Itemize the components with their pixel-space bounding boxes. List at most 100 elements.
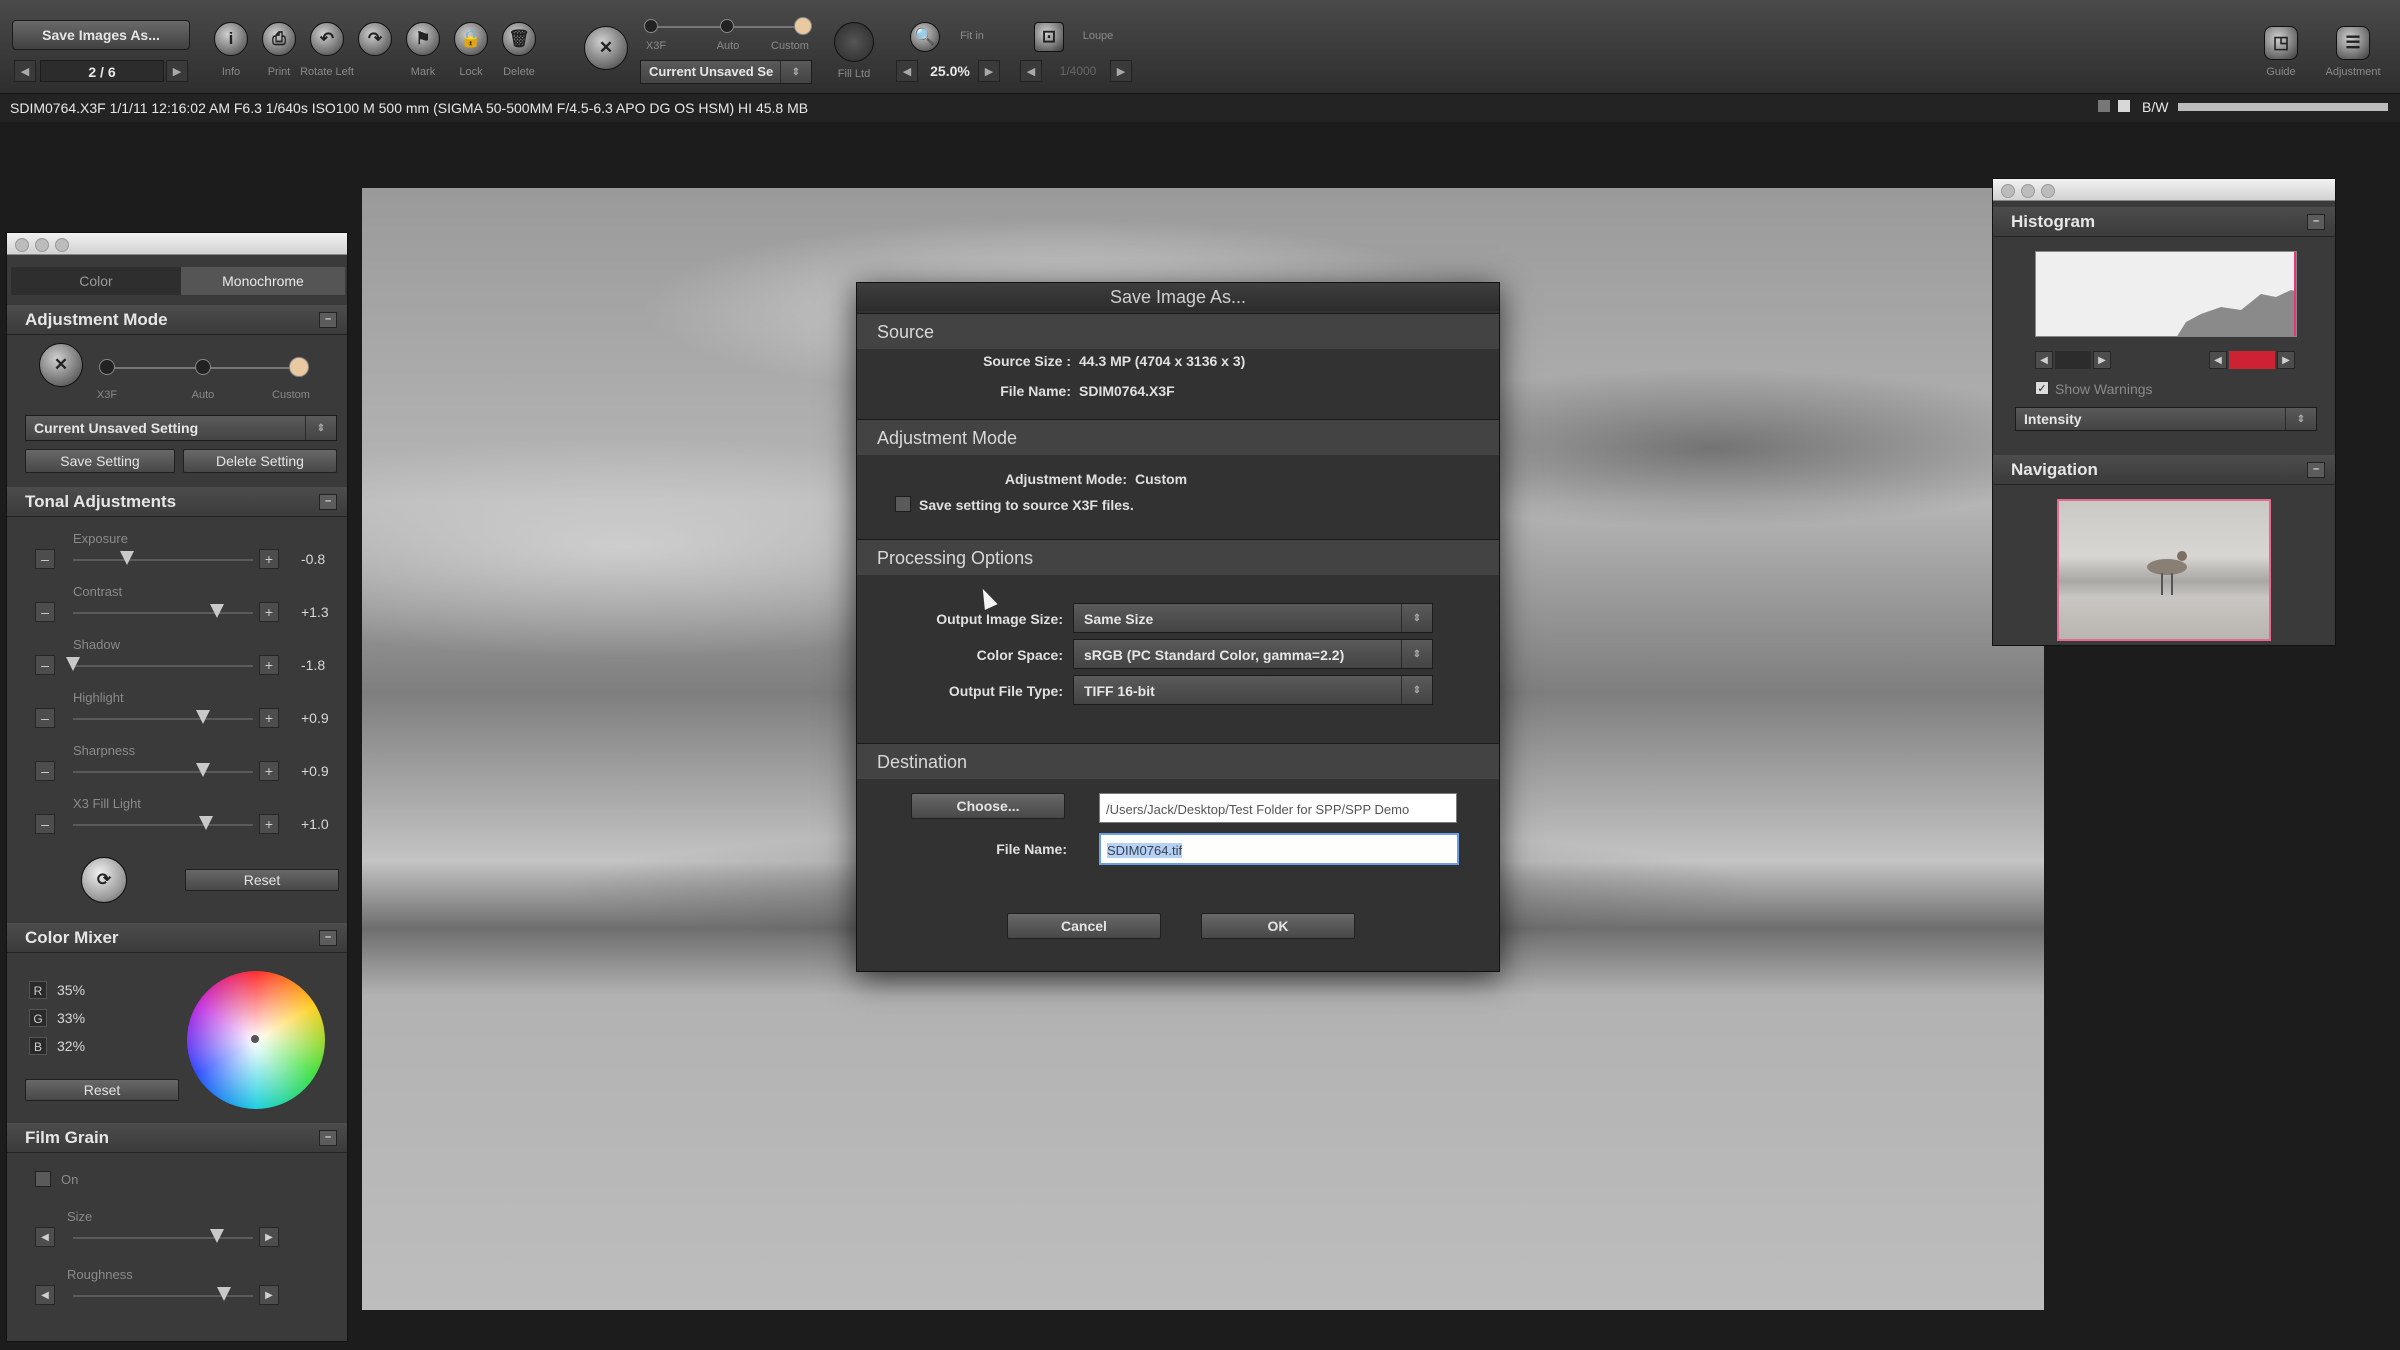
grain-slider-thumb[interactable] [217, 1287, 232, 1301]
grain-slider-track[interactable] [73, 1237, 253, 1239]
increase-button[interactable]: + [259, 655, 279, 675]
color-mixer-reset-button[interactable]: Reset [25, 1079, 179, 1101]
guide-icon[interactable]: ◳ [2264, 26, 2298, 60]
tonal-slider-track[interactable] [73, 824, 253, 826]
histogram-header[interactable]: Histogram – [1993, 207, 2335, 237]
close-icon[interactable] [15, 238, 29, 252]
rotate-left-icon[interactable]: ↶ [310, 22, 344, 56]
mode-dot-custom[interactable] [289, 357, 309, 377]
increase-button[interactable]: + [259, 814, 279, 834]
tonal-slider-thumb[interactable] [199, 816, 214, 830]
mode-dot-custom[interactable] [794, 17, 812, 35]
destination-filename-field[interactable]: SDIM0764.tif [1099, 833, 1459, 865]
color-mixer-header[interactable]: Color Mixer – [7, 923, 347, 953]
destination-path-field[interactable]: /Users/Jack/Desktop/Test Folder for SPP/… [1099, 793, 1457, 823]
histogram-white-prev[interactable]: ◀ [2209, 351, 2227, 369]
decrease-button[interactable]: – [35, 549, 55, 569]
tonal-slider-track[interactable] [73, 718, 253, 720]
lock-icon[interactable]: 🔒 [454, 22, 488, 56]
histogram-channel-select[interactable]: Intensity ⇕ [2015, 407, 2317, 431]
output-image-size-select[interactable]: Same Size ⇕ [1073, 603, 1433, 633]
color-wheel-pointer[interactable] [251, 1035, 259, 1043]
histogram-white-value[interactable] [2229, 351, 2275, 369]
tonal-slider-thumb[interactable] [66, 657, 80, 671]
color-mode-icon[interactable] [2098, 100, 2110, 112]
setting-select[interactable]: Current Unsaved Se ⇕ [640, 60, 812, 84]
mode-x-icon[interactable]: ✕ [39, 343, 83, 387]
info-icon[interactable]: i [214, 22, 248, 56]
collapse-icon[interactable]: – [2307, 462, 2325, 478]
tab-monochrome[interactable]: Monochrome [181, 267, 345, 295]
choose-folder-button[interactable]: Choose... [911, 793, 1065, 819]
zoom-in-button[interactable]: ▶ [978, 60, 1000, 82]
close-icon[interactable] [2001, 184, 2015, 198]
adjustment-mode-header[interactable]: Adjustment Mode – [7, 305, 347, 335]
collapse-icon[interactable]: – [319, 312, 337, 328]
mode-dot-auto[interactable] [195, 359, 211, 375]
show-warnings-checkbox[interactable]: ✓ [2035, 381, 2049, 395]
collapse-icon[interactable]: – [2307, 214, 2325, 230]
mode-dot-auto[interactable] [720, 19, 734, 33]
increase-button[interactable]: ▶ [259, 1227, 279, 1247]
grain-slider-thumb[interactable] [210, 1229, 224, 1243]
tonal-adjustments-header[interactable]: Tonal Adjustments – [7, 487, 347, 517]
collapse-icon[interactable]: – [319, 930, 337, 946]
minimize-icon[interactable] [2021, 184, 2035, 198]
zoom-icon[interactable]: 🔍 [910, 22, 940, 52]
tonal-reset-button[interactable]: Reset [185, 869, 339, 891]
tonal-slider-thumb[interactable] [120, 551, 134, 565]
mode-x-icon[interactable]: ✕ [584, 26, 628, 70]
increase-button[interactable]: + [259, 549, 279, 569]
save-setting-checkbox[interactable] [895, 496, 911, 512]
print-icon[interactable]: ⎙ [262, 22, 296, 56]
zoom-out-button[interactable]: ◀ [896, 60, 918, 82]
decrease-button[interactable]: – [35, 602, 55, 622]
color-mixer-wheel[interactable] [187, 971, 325, 1109]
increase-button[interactable]: + [259, 761, 279, 781]
fill-light-icon[interactable] [834, 22, 874, 62]
increase-button[interactable]: + [259, 708, 279, 728]
collapse-icon[interactable]: – [319, 494, 337, 510]
decrease-button[interactable]: ◀ [35, 1227, 55, 1247]
histogram-white-next[interactable]: ▶ [2277, 351, 2295, 369]
histogram-black-next[interactable]: ▶ [2093, 351, 2111, 369]
decrease-button[interactable]: ◀ [35, 1285, 55, 1305]
save-images-as-button[interactable]: Save Images As... [12, 20, 190, 50]
auto-adjust-icon[interactable]: ⟳ [81, 857, 127, 903]
decrease-button[interactable]: – [35, 655, 55, 675]
bw-slider[interactable] [2178, 103, 2388, 111]
ok-button[interactable]: OK [1201, 913, 1355, 939]
loupe-next-button[interactable]: ▶ [1110, 60, 1132, 82]
navigation-header[interactable]: Navigation – [1993, 455, 2335, 485]
mode-dot-x3f[interactable] [99, 359, 115, 375]
histogram-black-prev[interactable]: ◀ [2035, 351, 2053, 369]
tonal-slider-thumb[interactable] [195, 763, 210, 777]
mode-dot-x3f[interactable] [644, 19, 658, 33]
decrease-button[interactable]: – [35, 761, 55, 781]
next-image-button[interactable]: ▶ [166, 60, 188, 82]
zoom-window-icon[interactable] [2041, 184, 2055, 198]
film-grain-on-checkbox[interactable] [35, 1171, 51, 1187]
histogram-black-value[interactable] [2055, 351, 2091, 369]
mono-mode-icon[interactable] [2118, 100, 2130, 112]
color-space-select[interactable]: sRGB (PC Standard Color, gamma=2.2) ⇕ [1073, 639, 1433, 669]
output-file-type-select[interactable]: TIFF 16-bit ⇕ [1073, 675, 1433, 705]
tonal-slider-track[interactable] [73, 612, 253, 614]
increase-button[interactable]: ▶ [259, 1285, 279, 1305]
tonal-slider-track[interactable] [73, 665, 253, 667]
collapse-icon[interactable]: – [319, 1130, 337, 1146]
decrease-button[interactable]: – [35, 814, 55, 834]
loupe-icon[interactable]: ⊡ [1034, 22, 1064, 52]
cancel-button[interactable]: Cancel [1007, 913, 1161, 939]
tonal-slider-track[interactable] [73, 559, 253, 561]
tab-color[interactable]: Color [11, 267, 181, 295]
tonal-slider-track[interactable] [73, 771, 253, 773]
rotate-right-icon[interactable]: ↷ [358, 22, 392, 56]
tonal-slider-thumb[interactable] [210, 604, 224, 618]
mark-icon[interactable]: ⚑ [406, 22, 440, 56]
prev-image-button[interactable]: ◀ [14, 60, 36, 82]
minimize-icon[interactable] [35, 238, 49, 252]
delete-setting-button[interactable]: Delete Setting [183, 449, 337, 473]
tonal-slider-thumb[interactable] [195, 710, 210, 724]
zoom-window-icon[interactable] [55, 238, 69, 252]
